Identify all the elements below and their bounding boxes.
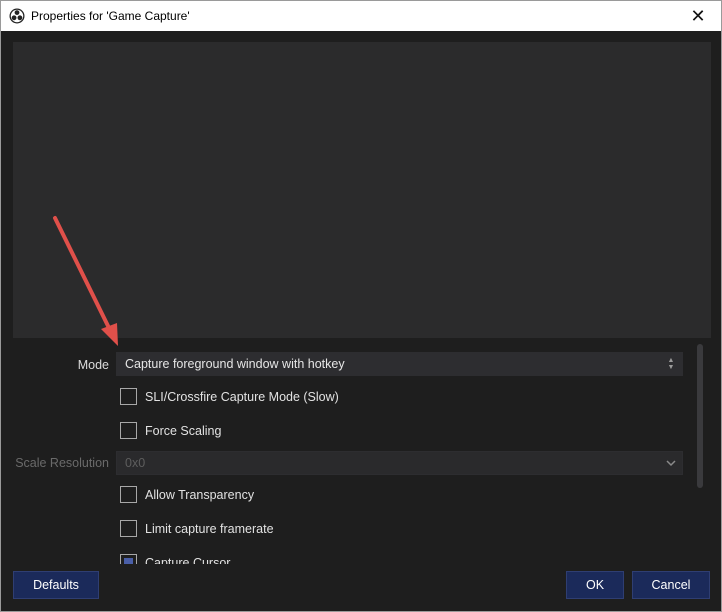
sli-crossfire-label: SLI/Crossfire Capture Mode (Slow): [145, 389, 339, 404]
updown-arrows-icon: ▲ ▼: [667, 357, 675, 371]
limit-framerate-checkbox[interactable]: Limit capture framerate: [120, 520, 274, 537]
capture-cursor-label: Capture Cursor: [145, 555, 231, 565]
button-bar: Defaults OK Cancel: [1, 564, 721, 611]
limit-framerate-checkbox-box[interactable]: [120, 520, 137, 537]
defaults-button[interactable]: Defaults: [13, 571, 99, 599]
mode-label: Mode: [77, 358, 109, 372]
capture-cursor-checkbox-box[interactable]: [120, 554, 137, 564]
scale-resolution-label: Scale Resolution: [15, 456, 109, 470]
chevron-down-icon: [666, 460, 676, 467]
sli-crossfire-checkbox[interactable]: SLI/Crossfire Capture Mode (Slow): [120, 388, 339, 405]
obs-logo-icon: [9, 8, 25, 24]
allow-transparency-checkbox-box[interactable]: [120, 486, 137, 503]
source-preview: [13, 42, 711, 338]
mode-select-value: Capture foreground window with hotkey: [125, 357, 345, 371]
mode-select[interactable]: Capture foreground window with hotkey ▲ ▼: [116, 352, 683, 376]
close-icon[interactable]: ✕: [675, 1, 721, 31]
properties-panel: Mode Capture foreground window with hotk…: [13, 338, 711, 564]
scale-resolution-value: 0x0: [125, 456, 146, 470]
force-scaling-checkbox[interactable]: Force Scaling: [120, 422, 221, 439]
dialog-body: Mode Capture foreground window with hotk…: [1, 31, 721, 611]
sli-crossfire-checkbox-box[interactable]: [120, 388, 137, 405]
force-scaling-checkbox-box[interactable]: [120, 422, 137, 439]
cancel-button[interactable]: Cancel: [632, 571, 710, 599]
limit-framerate-label: Limit capture framerate: [145, 521, 274, 536]
force-scaling-label: Force Scaling: [145, 423, 222, 438]
window-title: Properties for 'Game Capture': [31, 9, 190, 23]
title-bar: Properties for 'Game Capture' ✕: [1, 1, 721, 31]
scale-resolution-select[interactable]: 0x0: [116, 451, 683, 475]
capture-cursor-checkbox[interactable]: Capture Cursor: [120, 554, 230, 564]
allow-transparency-checkbox[interactable]: Allow Transparency: [120, 486, 254, 503]
ok-button[interactable]: OK: [566, 571, 624, 599]
properties-scrollbar[interactable]: [697, 344, 703, 488]
properties-dialog: Properties for 'Game Capture' ✕ Mode Cap…: [0, 0, 722, 612]
allow-transparency-label: Allow Transparency: [145, 487, 255, 502]
